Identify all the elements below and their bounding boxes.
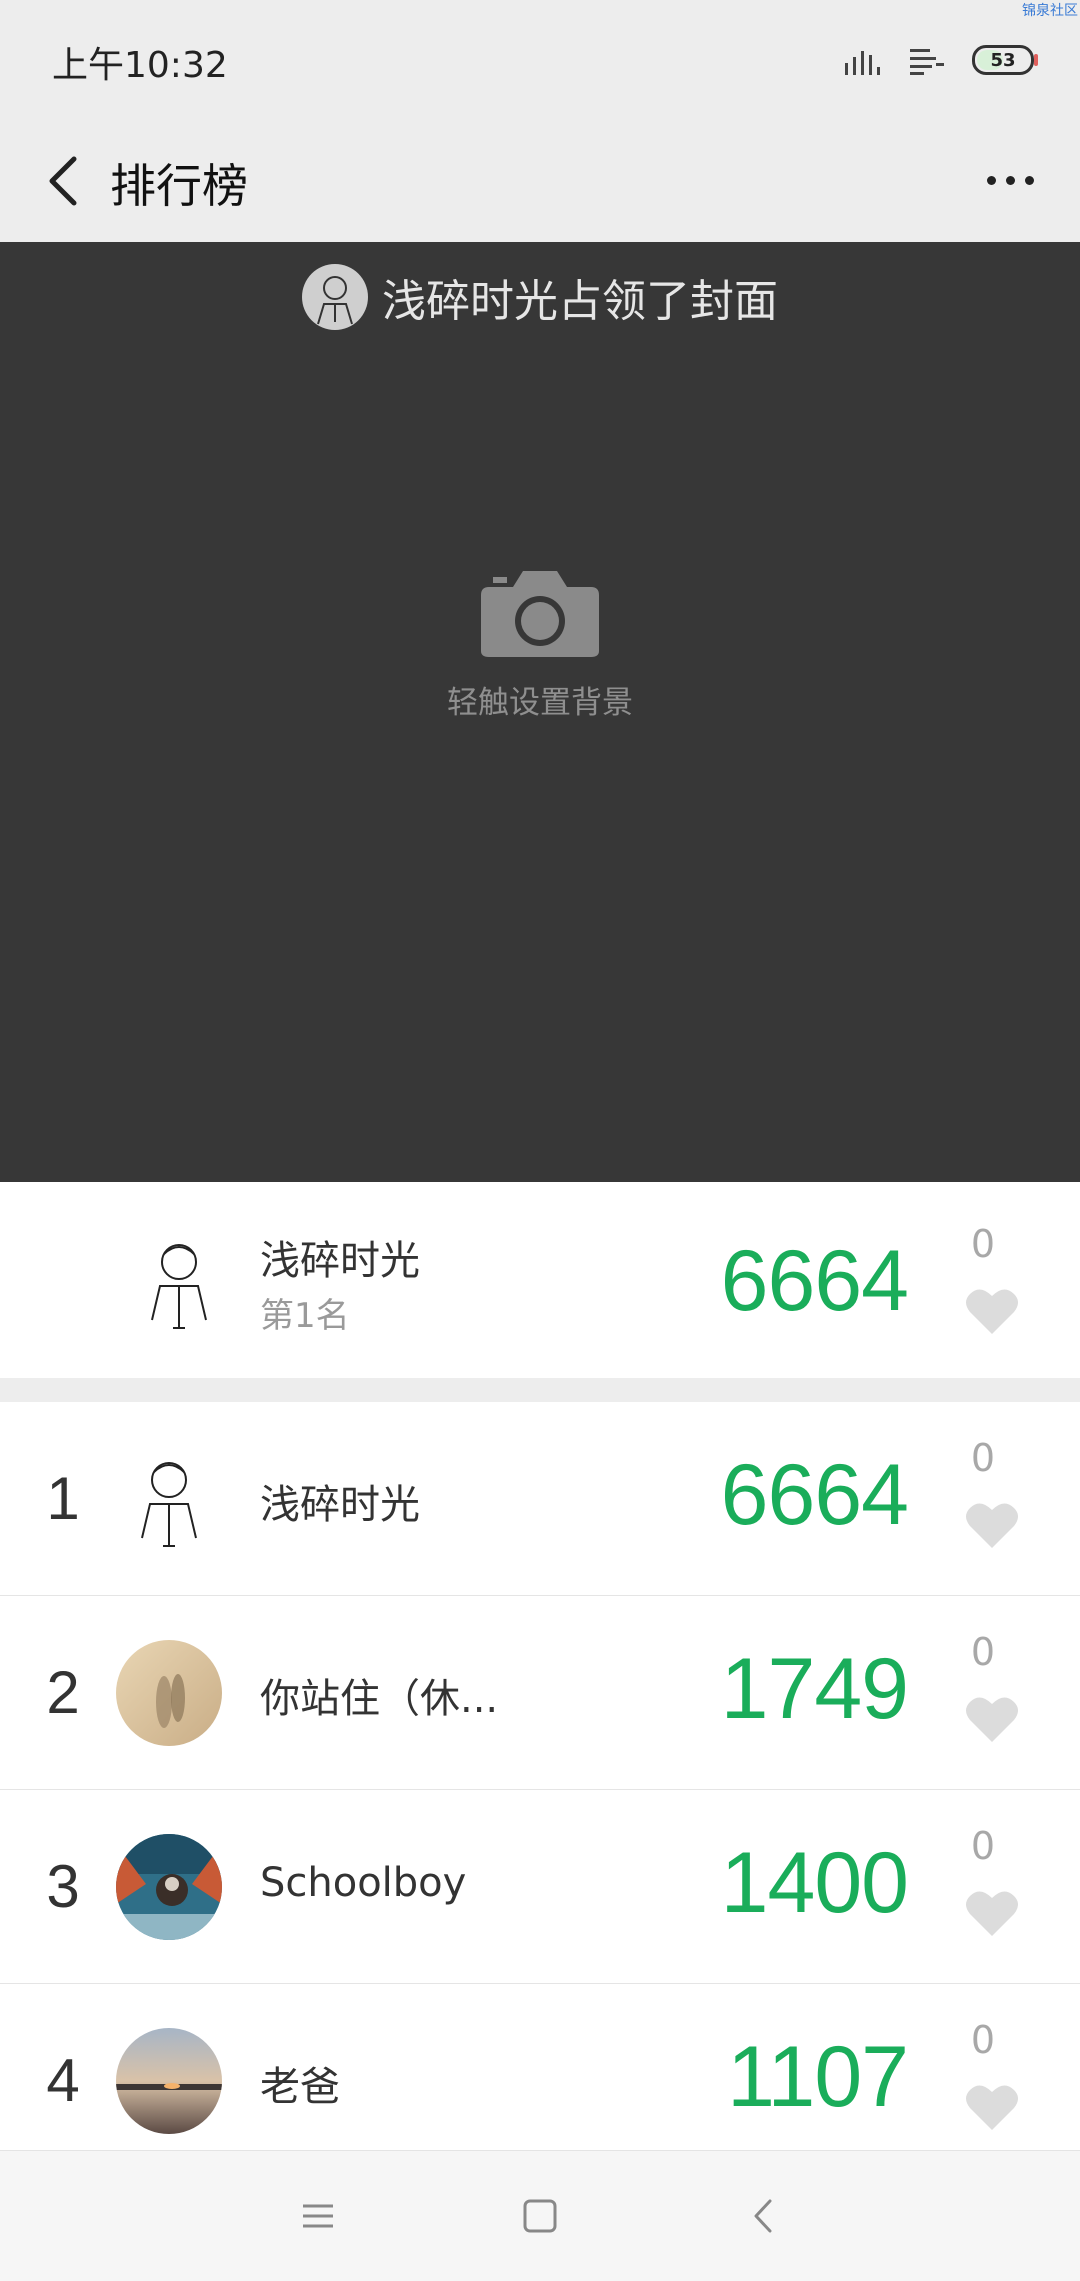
more-dot-icon <box>986 175 996 185</box>
menu-icon[interactable] <box>293 2191 343 2241</box>
user-name: 老爸 <box>260 2064 340 2110</box>
rank-number: 3 <box>46 1853 80 1920</box>
status-time: 上午10:32 <box>52 45 228 86</box>
step-count: 1400 <box>720 1835 909 1931</box>
set-background-button[interactable]: 轻触设置背景 <box>0 567 1080 722</box>
cover-hint: 轻触设置背景 <box>447 685 633 721</box>
like-count: 0 <box>970 1222 996 1266</box>
heart-icon[interactable] <box>964 1286 1020 1336</box>
status-icons: 53 <box>844 40 1038 80</box>
avatar <box>116 2028 222 2134</box>
cover-owner-avatar <box>302 264 368 330</box>
page-title: 排行榜 <box>110 159 248 213</box>
heart-icon[interactable] <box>964 1694 1020 1744</box>
heart-icon[interactable] <box>964 1500 1020 1550</box>
nav-bar: 排行榜 <box>0 120 1080 242</box>
my-name: 浅碎时光 <box>260 1238 420 1284</box>
more-dot-icon <box>1005 175 1015 185</box>
step-count: 1749 <box>720 1641 909 1737</box>
cover-header: 浅碎时光占领了封面 <box>0 264 1080 330</box>
my-rank-label: 第1名 <box>260 1296 350 1336</box>
like-count: 0 <box>970 1824 996 1868</box>
status-bar: 上午10:32 锦泉社区 53 <box>0 0 1080 120</box>
signal-icon <box>845 51 880 75</box>
heart-icon[interactable] <box>964 2082 1020 2132</box>
rank-number: 2 <box>46 1659 80 1726</box>
camera-icon <box>481 571 599 657</box>
like-count: 0 <box>970 1436 996 1480</box>
avatar <box>126 1228 232 1334</box>
home-icon[interactable] <box>515 2191 565 2241</box>
wifi-icon <box>910 49 944 75</box>
ranking-row[interactable]: 4 老爸 1107 0 <box>0 1984 1080 2178</box>
cover-title: 浅碎时光占领了封面 <box>382 276 778 327</box>
back-nav-icon[interactable] <box>740 2191 790 2241</box>
back-icon[interactable] <box>30 145 100 215</box>
system-nav-bar <box>0 2150 1080 2281</box>
battery-level: 53 <box>990 49 1016 71</box>
cover-area[interactable]: 浅碎时光占领了封面 轻触设置背景 <box>0 242 1080 1182</box>
battery-icon: 53 <box>972 45 1038 75</box>
step-count: 6664 <box>720 1447 909 1543</box>
ranking-row[interactable]: 2 你站住（休... 1749 0 <box>0 1596 1080 1790</box>
rank-number: 4 <box>46 2047 80 2114</box>
rank-number: 1 <box>46 1465 80 1532</box>
like-count: 0 <box>970 2018 996 2062</box>
user-name: Schoolboy <box>260 1860 467 1906</box>
watermark: 锦泉社区 <box>1022 3 1078 19</box>
my-rank-card[interactable]: 浅碎时光 第1名 6664 0 <box>0 1182 1080 1378</box>
user-name: 浅碎时光 <box>260 1482 420 1528</box>
more-dot-icon <box>1024 175 1034 185</box>
step-count: 1107 <box>727 2029 909 2125</box>
heart-icon[interactable] <box>964 1888 1020 1938</box>
avatar <box>116 1640 222 1746</box>
user-name: 你站住（休... <box>260 1676 499 1722</box>
more-button[interactable] <box>970 145 1050 215</box>
section-separator <box>0 1378 1080 1402</box>
my-steps: 6664 <box>720 1233 909 1329</box>
ranking-row[interactable]: 3 Schoolboy 1400 0 <box>0 1790 1080 1984</box>
ranking-row[interactable]: 1 浅碎时光 6664 0 <box>0 1402 1080 1596</box>
avatar <box>116 1834 222 1940</box>
avatar <box>116 1446 222 1552</box>
like-count: 0 <box>970 1630 996 1674</box>
